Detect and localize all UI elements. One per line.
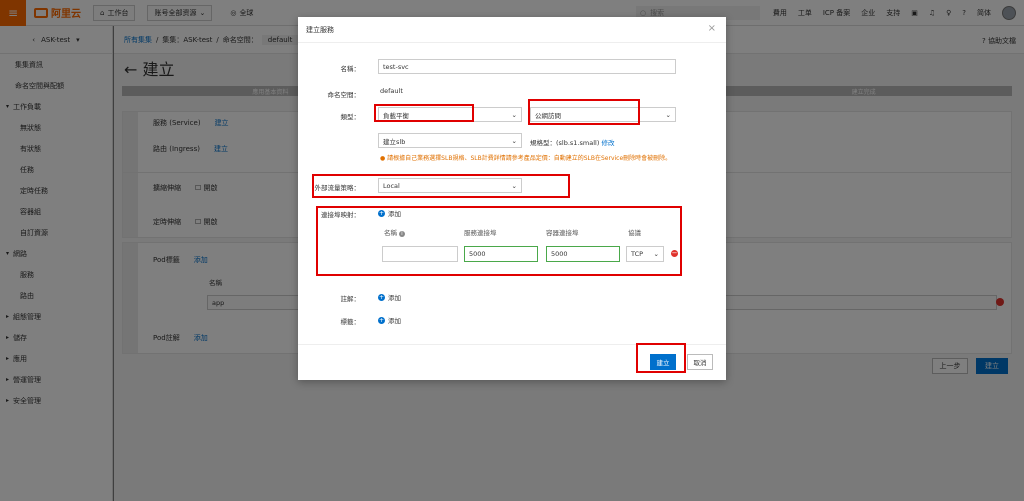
namespace-value: default [380,87,403,95]
cancel-button[interactable]: 取消 [687,354,713,370]
chevron-down-icon: ⌄ [511,136,517,145]
highlight-create [636,343,686,373]
highlight-policy [312,174,570,198]
slb-spec: 規格型：(slb.s1.small) [530,139,600,147]
service-name-input[interactable]: test-svc [378,59,676,74]
highlight-ports [316,206,682,276]
close-icon[interactable]: × [708,23,716,34]
dialog-title: 建立服務 [298,17,726,43]
highlight-access [528,99,640,125]
slb-warning: ● 請根據自己業務選擇SLB規格、SLB計費詳情請參考產品定價：自動建立的SLB… [380,155,672,162]
annotation-add-button[interactable]: + 添加 [378,292,401,302]
chevron-down-icon: ⌄ [665,110,671,119]
slb-select[interactable]: 建立slb ⌄ [378,133,522,148]
warning-icon: ● [380,155,386,162]
plus-icon: + [378,316,385,324]
label-add-button[interactable]: + 添加 [378,315,401,325]
plus-icon: + [378,293,385,301]
create-service-dialog: 建立服務 × 名稱： test-svc 命名空間： default 類型： 負載… [298,17,726,380]
chevron-down-icon: ⌄ [511,110,517,119]
edit-spec-link[interactable]: 修改 [601,139,614,147]
highlight-type [374,104,474,122]
